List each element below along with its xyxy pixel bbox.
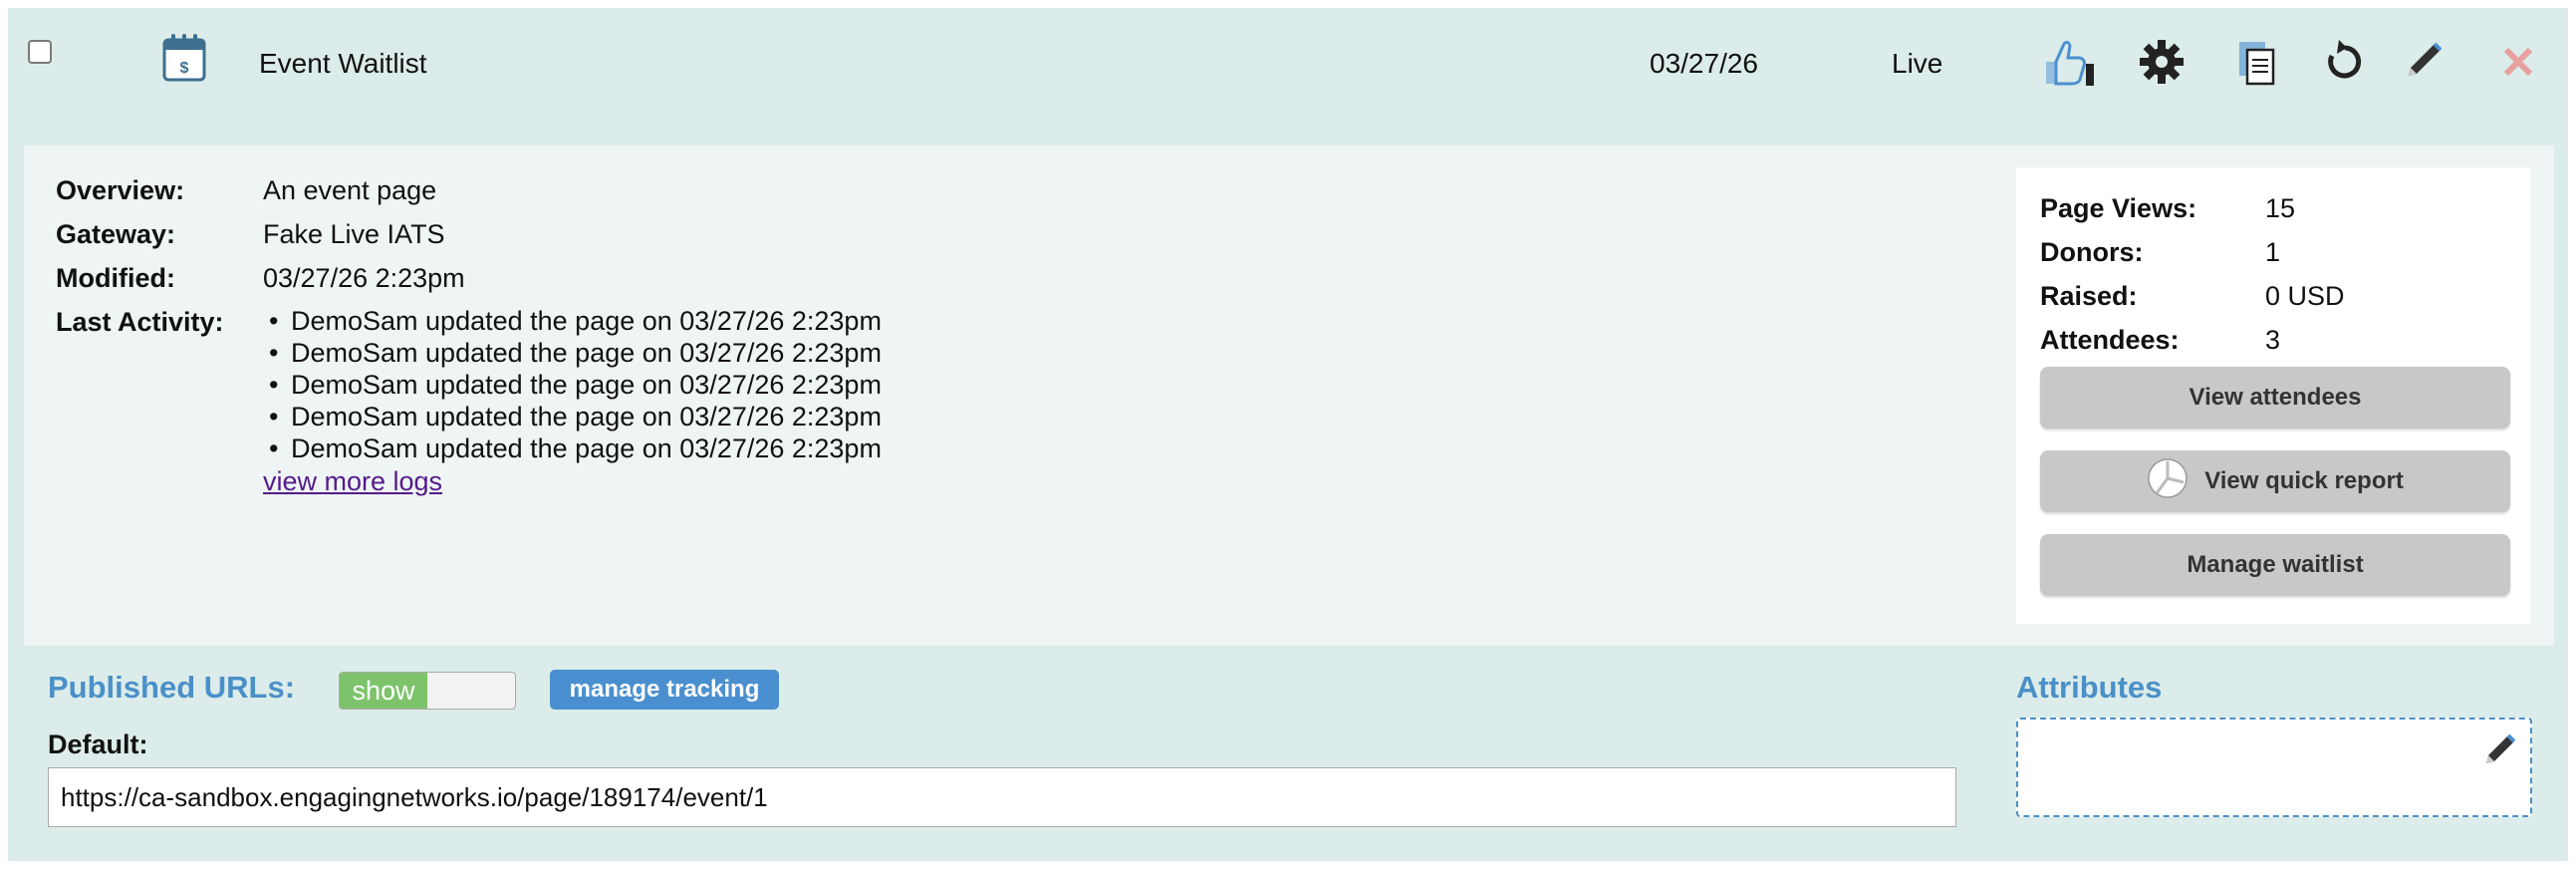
gateway-label: Gateway:	[56, 219, 176, 249]
gateway-value: Fake Live IATS	[263, 219, 445, 249]
last-activity-label: Last Activity:	[56, 307, 224, 337]
pencil-icon[interactable]	[2478, 727, 2522, 776]
donors-label: Donors:	[2040, 237, 2144, 267]
attendees-label: Attendees:	[2040, 325, 2180, 355]
manage-tracking-label: manage tracking	[569, 676, 760, 703]
refresh-icon[interactable]	[2315, 32, 2375, 92]
page-title[interactable]: Event Waitlist	[259, 48, 427, 80]
page-date: 03/27/26	[1650, 48, 1758, 79]
close-icon[interactable]	[2488, 32, 2548, 92]
pie-chart-icon	[2147, 457, 2189, 506]
donors-value: 1	[2265, 237, 2281, 267]
published-urls-title: Published URLs:	[48, 670, 296, 705]
overview-value: An event page	[263, 175, 437, 205]
manage-tracking-button[interactable]: manage tracking	[550, 670, 779, 710]
page-views-label: Page Views:	[2040, 193, 2197, 223]
raised-label: Raised:	[2040, 281, 2138, 311]
gear-icon[interactable]	[2132, 32, 2191, 92]
default-url-field[interactable]	[48, 767, 1956, 827]
page-views-value: 15	[2265, 193, 2296, 223]
status-label: Live	[1892, 48, 1943, 79]
list-item: DemoSam updated the page on 03/27/26 2:2…	[263, 433, 882, 464]
list-item: DemoSam updated the page on 03/27/26 2:2…	[263, 401, 882, 433]
attributes-box[interactable]	[2016, 718, 2532, 817]
overview-label: Overview:	[56, 175, 185, 205]
pencil-icon[interactable]	[2395, 32, 2454, 92]
page-row-header: $ Event Waitlist 03/27/26 Live	[8, 8, 2568, 138]
toggle-label: show	[340, 673, 427, 709]
view-attendees-label: View attendees	[2189, 384, 2362, 411]
activity-log-list: DemoSam updated the page on 03/27/26 2:2…	[263, 305, 882, 464]
modified-value: 03/27/26 2:23pm	[263, 263, 465, 293]
view-quick-report-button[interactable]: View quick report	[2040, 450, 2510, 512]
modified-label: Modified:	[56, 263, 175, 293]
list-item: DemoSam updated the page on 03/27/26 2:2…	[263, 305, 882, 337]
attributes-title: Attributes	[2016, 670, 2163, 705]
view-attendees-button[interactable]: View attendees	[2040, 367, 2510, 429]
view-more-logs-link[interactable]: view more logs	[263, 466, 442, 497]
stats-box: Page Views: 15 Donors: 1 Raised: 0 USD A…	[2016, 167, 2530, 624]
list-item: DemoSam updated the page on 03/27/26 2:2…	[263, 337, 882, 369]
page-row-panel: $ Event Waitlist 03/27/26 Live Overview:…	[8, 8, 2568, 861]
copy-icon[interactable]	[2227, 32, 2287, 92]
default-url-label: Default:	[48, 729, 148, 759]
svg-text:$: $	[180, 60, 189, 77]
manage-waitlist-label: Manage waitlist	[2187, 551, 2364, 578]
calendar-dollar-icon: $	[162, 32, 206, 87]
view-quick-report-label: View quick report	[2204, 467, 2404, 494]
row-checkbox[interactable]	[28, 40, 52, 64]
show-urls-toggle[interactable]: show	[339, 672, 516, 710]
list-item: DemoSam updated the page on 03/27/26 2:2…	[263, 369, 882, 401]
manage-waitlist-button[interactable]: Manage waitlist	[2040, 534, 2510, 596]
raised-value: 0 USD	[2265, 281, 2345, 311]
attendees-value: 3	[2265, 325, 2281, 355]
thumbs-up-icon[interactable]	[2036, 32, 2096, 92]
page-details: Overview: An event page Gateway: Fake Li…	[24, 145, 2554, 646]
